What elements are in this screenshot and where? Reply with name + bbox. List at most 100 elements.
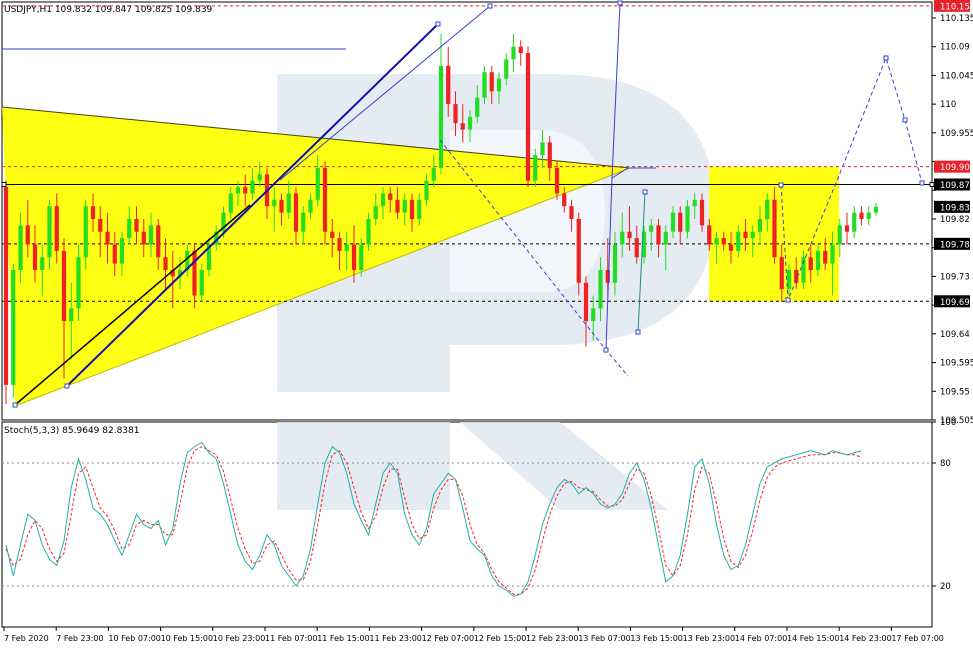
- candle-body: [525, 53, 531, 181]
- candle-body: [743, 231, 748, 239]
- candle-body: [540, 142, 545, 156]
- candle-body: [315, 167, 320, 200]
- candle-body: [359, 244, 364, 271]
- anchor-marker: [785, 297, 791, 303]
- anchor-marker: [635, 329, 641, 335]
- y-tick-label: 109.595: [940, 359, 973, 369]
- candle-body: [489, 72, 494, 92]
- candle-body: [518, 46, 523, 54]
- candle-body: [250, 180, 255, 194]
- y-tick-label: 109.955: [940, 129, 973, 139]
- candle-body: [322, 167, 328, 232]
- candle-body: [576, 218, 581, 283]
- x-tick-label: 17 Feb 07:00: [891, 634, 943, 643]
- candle-body: [634, 238, 639, 258]
- candle-body: [554, 167, 560, 194]
- candle-body: [199, 270, 204, 296]
- x-tick-label: 11 Feb 07:00: [265, 634, 317, 643]
- y-tick-label: 109.64: [940, 330, 970, 340]
- candle-body: [627, 231, 632, 239]
- anchor-marker: [778, 182, 784, 188]
- candle-body: [69, 308, 74, 322]
- candle-body: [446, 65, 451, 105]
- y-tick-label: 109.82: [940, 215, 970, 225]
- candle-body: [25, 225, 30, 245]
- candle-body: [344, 244, 349, 251]
- anchor-marker: [642, 189, 648, 195]
- candle-body: [728, 244, 734, 251]
- candle-body: [228, 193, 233, 213]
- candle-body: [105, 231, 110, 245]
- candle-body: [3, 187, 9, 385]
- stoch-tick-label: 20: [940, 582, 951, 592]
- x-tick-label: 12 Feb 07:00: [422, 634, 474, 643]
- candle-body: [583, 282, 589, 322]
- candle-body: [18, 225, 23, 271]
- candle-body: [395, 199, 400, 213]
- candle-body: [98, 218, 103, 232]
- candle-body: [772, 199, 777, 258]
- candle-body: [533, 155, 538, 181]
- price-label-text: 109.781: [940, 240, 973, 250]
- candle-body: [192, 250, 197, 296]
- price-header: USDJPY,H1 109.832 109.847 109.825 109.83…: [4, 5, 213, 15]
- candle-body: [272, 199, 277, 207]
- candle-body: [685, 206, 690, 232]
- stoch-tick-label: 80: [940, 459, 951, 469]
- candle-body: [750, 231, 755, 239]
- y-tick-label: 110.09: [940, 43, 970, 53]
- candle-body: [330, 231, 335, 239]
- candle-body: [11, 270, 16, 385]
- candle-body: [815, 250, 821, 271]
- candle-body: [119, 238, 125, 264]
- candle-body: [148, 225, 154, 245]
- y-tick-label: 109.73: [940, 272, 970, 282]
- candle-body: [866, 212, 871, 219]
- x-tick-label: 10 Feb 23:00: [213, 634, 265, 643]
- candle-body: [40, 257, 45, 271]
- candle-body: [431, 167, 436, 181]
- level-anchor-right: [929, 182, 935, 188]
- candle-body: [859, 212, 864, 219]
- x-tick-label: 11 Feb 15:00: [317, 634, 369, 643]
- x-tick-label: 7 Feb 2020: [4, 634, 49, 643]
- x-tick-label: 14 Feb 23:00: [839, 634, 891, 643]
- y-tick-label: 110: [940, 100, 956, 110]
- candle-body: [757, 218, 763, 232]
- y-tick-label: 109.55: [940, 387, 970, 397]
- candle-body: [467, 116, 473, 130]
- candle-body: [76, 257, 81, 309]
- candle-body: [823, 250, 828, 264]
- candle-body: [591, 308, 596, 322]
- candle-body: [663, 231, 668, 245]
- candle-body: [373, 206, 378, 219]
- candle-body: [721, 238, 726, 245]
- anchor-marker: [603, 347, 609, 353]
- anchor-marker: [12, 402, 18, 408]
- price-label-text: 109.874: [940, 181, 973, 191]
- candle-body: [83, 206, 88, 258]
- x-tick-label: 14 Feb 07:00: [735, 634, 787, 643]
- candle-body: [453, 104, 458, 124]
- candle-body: [692, 199, 697, 207]
- x-tick-label: 12 Feb 15:00: [474, 634, 526, 643]
- candle-body: [235, 187, 241, 194]
- candle-body: [852, 212, 857, 232]
- x-tick-label: 10 Feb 15:00: [161, 634, 213, 643]
- candle-body: [127, 218, 132, 239]
- candle-body: [438, 65, 444, 168]
- x-tick-label: 13 Feb 15:00: [630, 634, 682, 643]
- y-tick-label: 110.135: [940, 14, 973, 24]
- candle-body: [54, 206, 59, 251]
- candle-body: [279, 199, 284, 213]
- candle-body: [844, 225, 850, 232]
- candle-body: [837, 225, 842, 245]
- price-label-text: 109.902: [940, 163, 973, 173]
- candle-body: [402, 199, 407, 213]
- candle-body: [32, 244, 38, 271]
- candle-body: [257, 174, 262, 181]
- x-tick-label: 11 Feb 23:00: [369, 634, 421, 643]
- candle-body: [482, 72, 487, 98]
- candle-body: [649, 225, 654, 232]
- candle-body: [511, 46, 516, 60]
